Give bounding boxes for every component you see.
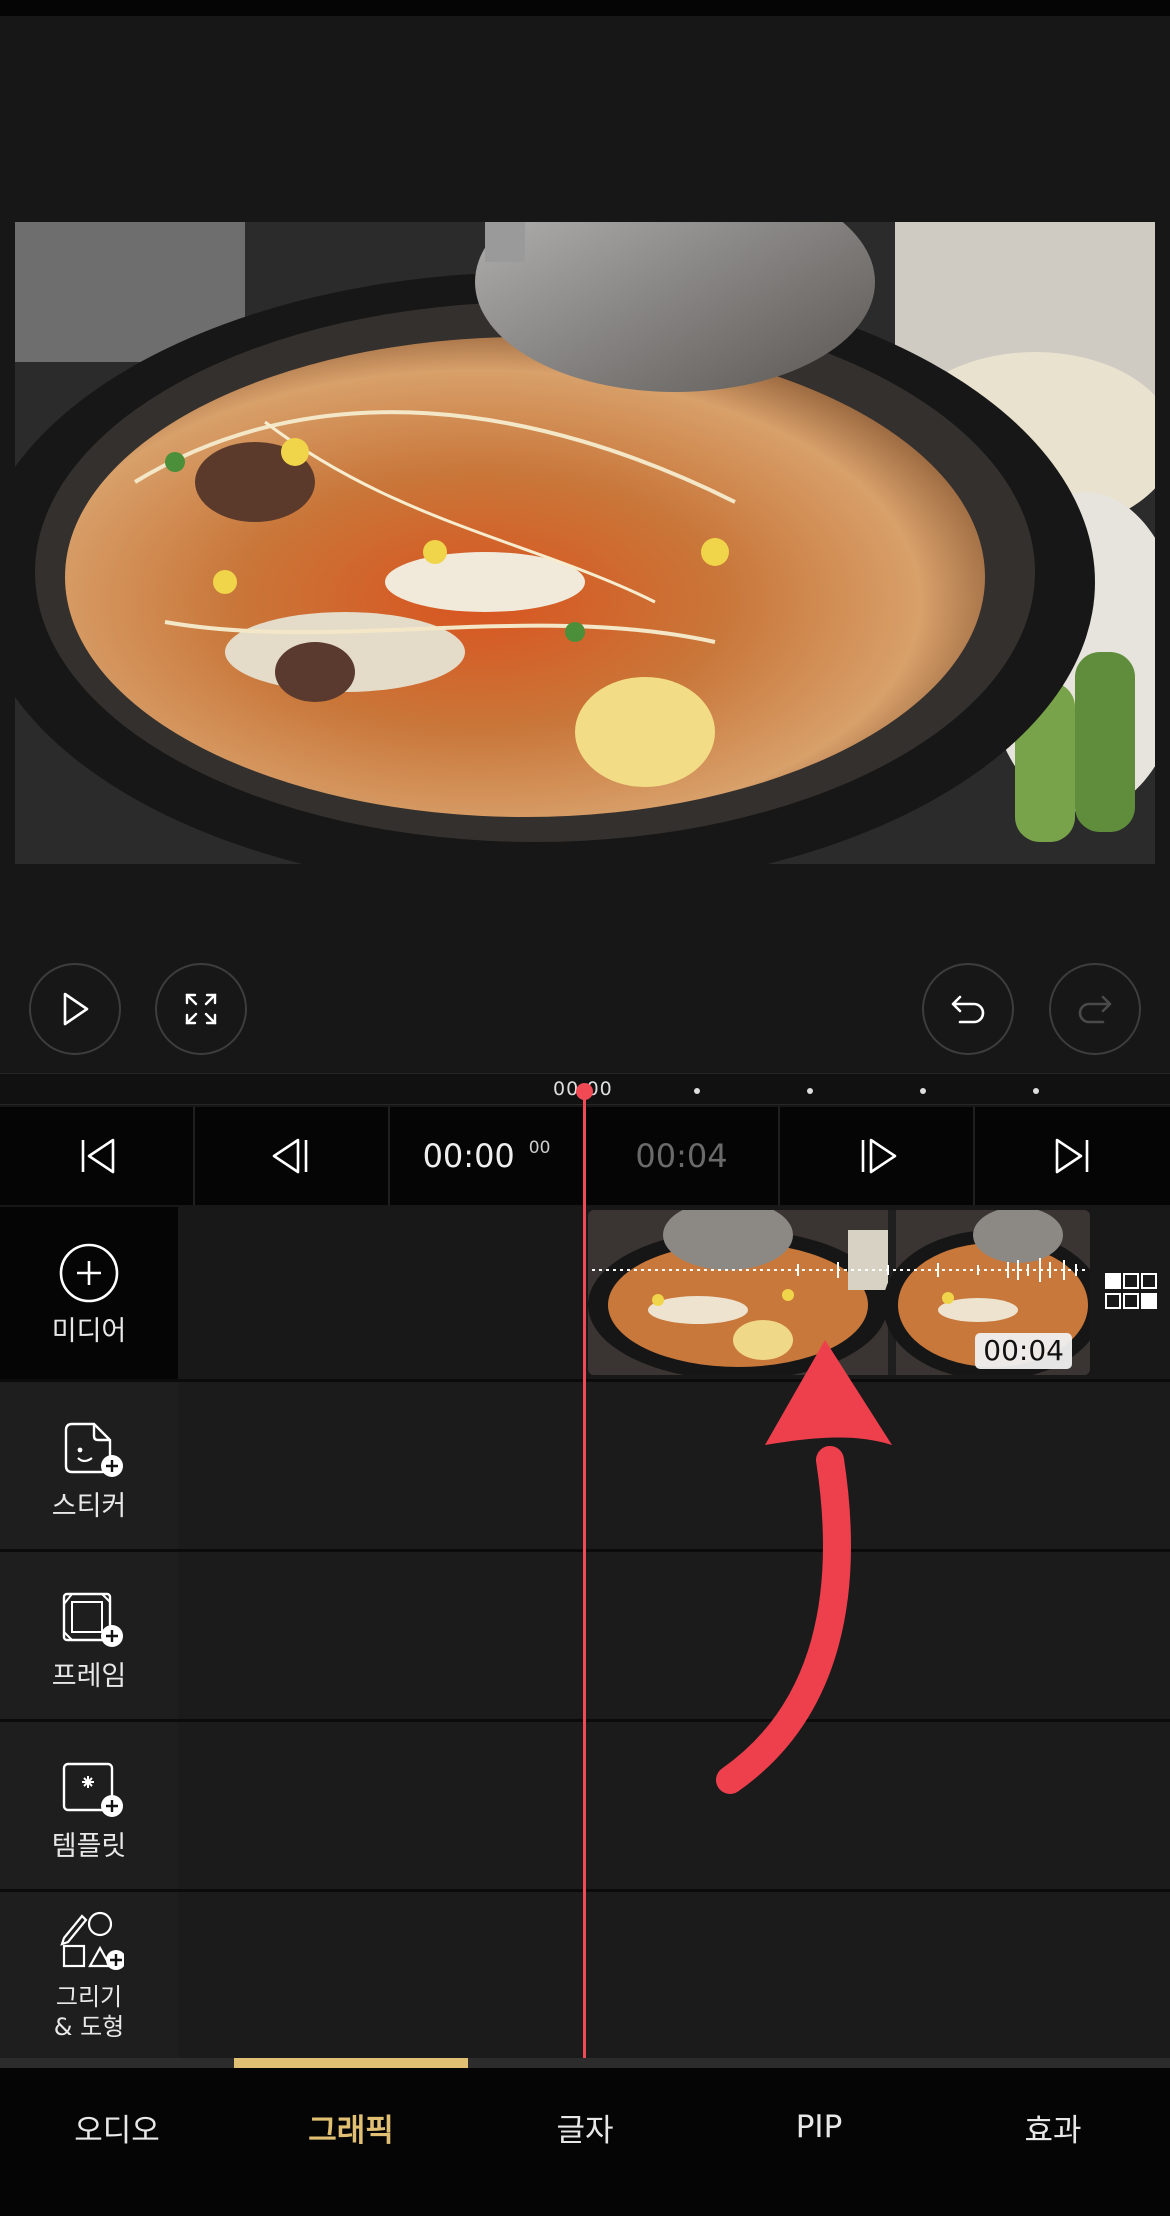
tool-label-media: 미디어 bbox=[51, 1316, 127, 1347]
video-preview[interactable] bbox=[15, 222, 1155, 864]
add-sticker-button[interactable]: 스티커 bbox=[0, 1400, 178, 1540]
add-media-button[interactable]: 미디어 bbox=[0, 1225, 178, 1365]
jump-to-start-button[interactable] bbox=[0, 1107, 195, 1205]
add-frame-button[interactable]: 프레임 bbox=[0, 1570, 178, 1710]
add-template-button[interactable]: 템플릿 bbox=[0, 1740, 178, 1880]
next-frame-button[interactable] bbox=[780, 1107, 975, 1205]
redo-icon bbox=[1078, 995, 1112, 1024]
ruler-tick bbox=[1033, 1088, 1039, 1094]
current-time-display: 00:00 00 bbox=[390, 1107, 585, 1205]
step-back-icon bbox=[272, 1138, 307, 1174]
current-time: 00:00 bbox=[422, 1137, 515, 1175]
tab-indicator-track bbox=[0, 2058, 1170, 2068]
play-button[interactable] bbox=[29, 963, 121, 1055]
status-bar-strip bbox=[0, 0, 1170, 16]
template-add-icon bbox=[62, 1762, 123, 1817]
fullscreen-icon bbox=[185, 993, 217, 1025]
clip-grid-icon[interactable] bbox=[1104, 1272, 1162, 1312]
tool-label-frame: 프레임 bbox=[51, 1661, 127, 1692]
tab-graphic[interactable]: 그래픽 bbox=[234, 2068, 468, 2216]
bottom-tab-bar: 오디오 그래픽 글자 PIP 효과 bbox=[0, 2068, 1170, 2216]
preview-frame-image bbox=[15, 222, 1155, 864]
ruler-tick bbox=[694, 1088, 700, 1094]
tab-effects[interactable]: 효과 bbox=[936, 2068, 1170, 2216]
plus-circle-icon bbox=[59, 1243, 119, 1303]
tab-audio[interactable]: 오디오 bbox=[0, 2068, 234, 2216]
total-time-display: 00:04 bbox=[585, 1107, 780, 1205]
draw-shape-add-icon bbox=[60, 1911, 124, 1970]
tool-label-template: 템플릿 bbox=[51, 1831, 127, 1862]
step-forward-icon bbox=[861, 1138, 896, 1174]
redo-button[interactable] bbox=[1049, 963, 1141, 1055]
playhead-knob[interactable] bbox=[576, 1083, 593, 1100]
play-icon bbox=[63, 992, 89, 1026]
tab-text[interactable]: 글자 bbox=[468, 2068, 702, 2216]
tool-label-sticker: 스티커 bbox=[51, 1491, 127, 1522]
clip-duration-badge: 00:04 bbox=[975, 1333, 1072, 1369]
ruler-tick bbox=[920, 1088, 926, 1094]
total-time: 00:04 bbox=[635, 1137, 728, 1175]
sticker-add-icon bbox=[64, 1422, 123, 1477]
undo-button[interactable] bbox=[922, 963, 1014, 1055]
tab-pip[interactable]: PIP bbox=[702, 2068, 936, 2216]
tool-label-draw-shape: 그리기 & 도형 bbox=[53, 1983, 125, 2041]
annotation-arrow bbox=[716, 1340, 892, 1794]
skip-to-start-icon bbox=[81, 1138, 114, 1174]
fullscreen-button[interactable] bbox=[155, 963, 247, 1055]
playhead-line[interactable] bbox=[583, 1088, 586, 2058]
add-draw-shape-button[interactable]: 그리기 & 도형 bbox=[0, 1900, 178, 2050]
previous-frame-button[interactable] bbox=[195, 1107, 390, 1205]
undo-icon bbox=[951, 995, 985, 1024]
skip-to-end-icon bbox=[1055, 1138, 1088, 1174]
jump-to-end-button[interactable] bbox=[975, 1107, 1170, 1205]
ruler-tick bbox=[807, 1088, 813, 1094]
current-frames: 00 bbox=[528, 1138, 551, 1158]
frame-add-icon bbox=[62, 1592, 123, 1647]
